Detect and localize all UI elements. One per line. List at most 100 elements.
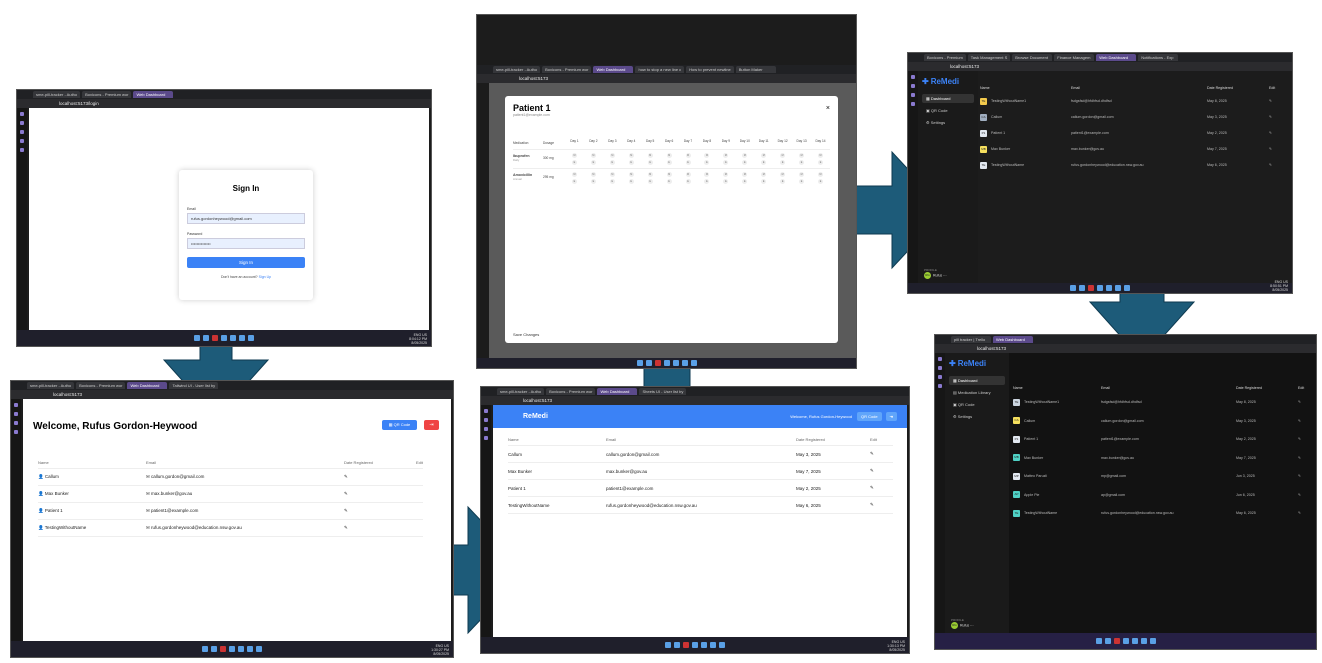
address-bar[interactable]: localhost:5173 <box>908 62 1292 71</box>
evening-dose-toggle[interactable]: E <box>571 160 577 165</box>
evening-dose-toggle[interactable]: E <box>666 160 672 165</box>
edit-icon[interactable]: ✎ <box>870 468 874 474</box>
browser-tab-active[interactable]: Web Dashboard <box>133 91 174 98</box>
evening-dose-toggle[interactable]: E <box>685 160 691 165</box>
browser-tab[interactable]: Tailwind UI - User list by <box>169 382 219 389</box>
morning-dose-toggle[interactable]: M <box>571 172 577 177</box>
evening-dose-toggle[interactable]: E <box>571 179 577 184</box>
morning-dose-toggle[interactable]: M <box>723 172 729 177</box>
morning-dose-toggle[interactable]: M <box>723 153 729 158</box>
address-bar[interactable]: localhost:5173/login <box>17 99 431 108</box>
morning-dose-toggle[interactable]: M <box>761 172 767 177</box>
browser-tab[interactable]: sme-pill-tracker - Autho <box>497 388 545 395</box>
edit-icon[interactable]: ✎ <box>1269 131 1272 135</box>
evening-dose-toggle[interactable]: E <box>609 160 615 165</box>
edit-icon[interactable]: ✎ <box>1269 147 1272 151</box>
evening-dose-toggle[interactable]: E <box>590 179 596 184</box>
evening-dose-toggle[interactable]: E <box>780 179 786 184</box>
sidebar-item-settings[interactable]: ⚙ Settings <box>922 118 974 127</box>
browser-tab[interactable]: sme-pill-tracker - Autho <box>33 91 81 98</box>
email-field[interactable]: rufus.gordonheywood@gmail.com <box>187 213 305 224</box>
browser-tab-active[interactable]: Web Dashboard <box>597 388 638 395</box>
edit-icon[interactable]: ✎ <box>870 485 874 491</box>
morning-dose-toggle[interactable]: M <box>571 153 577 158</box>
browser-tab[interactable]: Boxicons - Premium wor <box>546 388 596 395</box>
edit-icon[interactable]: ✎ <box>1269 163 1272 167</box>
evening-dose-toggle[interactable]: E <box>761 160 767 165</box>
morning-dose-toggle[interactable]: M <box>628 172 634 177</box>
edit-icon[interactable]: ✎ <box>1298 400 1301 404</box>
edit-icon[interactable]: ✎ <box>344 491 348 497</box>
browser-tab[interactable]: Boxicons - Premium wor <box>76 382 126 389</box>
edit-icon[interactable]: ✎ <box>344 508 348 514</box>
browser-tab[interactable]: Button Maker <box>735 66 776 73</box>
edit-icon[interactable]: ✎ <box>1269 99 1272 103</box>
morning-dose-toggle[interactable]: M <box>818 153 824 158</box>
evening-dose-toggle[interactable]: E <box>609 179 615 184</box>
sign-up-link[interactable]: Sign Up <box>259 275 271 279</box>
address-bar[interactable]: localhost:5173 <box>11 390 453 399</box>
morning-dose-toggle[interactable]: M <box>647 172 653 177</box>
sidebar-item-qr-code[interactable]: ▣ QR Code <box>949 400 1005 409</box>
address-bar[interactable]: localhost:5173 <box>477 74 856 83</box>
morning-dose-toggle[interactable]: M <box>647 153 653 158</box>
evening-dose-toggle[interactable]: E <box>761 179 767 184</box>
qr-code-button[interactable]: ▦ QR Code <box>382 420 417 430</box>
morning-dose-toggle[interactable]: M <box>666 172 672 177</box>
edit-icon[interactable]: ✎ <box>1298 493 1301 497</box>
evening-dose-toggle[interactable]: E <box>666 179 672 184</box>
browser-tab[interactable]: Browse Document <box>1012 54 1053 61</box>
morning-dose-toggle[interactable]: M <box>590 153 596 158</box>
morning-dose-toggle[interactable]: M <box>666 153 672 158</box>
browser-tab-active[interactable]: Web Dashboard <box>593 66 634 73</box>
sidebar-item-qr-code[interactable]: ▣ QR Code <box>922 106 974 115</box>
edit-icon[interactable]: ✎ <box>1298 456 1301 460</box>
edit-icon[interactable]: ✎ <box>1298 474 1301 478</box>
edit-icon[interactable]: ✎ <box>1269 115 1272 119</box>
evening-dose-toggle[interactable]: E <box>818 160 824 165</box>
browser-tab[interactable]: sme-pill-tracker - Autho <box>493 66 541 73</box>
morning-dose-toggle[interactable]: M <box>609 153 615 158</box>
evening-dose-toggle[interactable]: E <box>742 160 748 165</box>
sidebar-item-dashboard[interactable]: ▦ Dashboard <box>949 376 1005 385</box>
logout-button[interactable]: ⇥ <box>424 420 439 430</box>
morning-dose-toggle[interactable]: M <box>761 153 767 158</box>
morning-dose-toggle[interactable]: M <box>628 153 634 158</box>
browser-tab-active[interactable]: Web Dashboard <box>1096 54 1137 61</box>
browser-tab[interactable]: Boxicons - Premium wor <box>542 66 592 73</box>
evening-dose-toggle[interactable]: E <box>628 160 634 165</box>
morning-dose-toggle[interactable]: M <box>742 172 748 177</box>
browser-tab[interactable]: how to stop a new line c <box>635 66 685 73</box>
edit-icon[interactable]: ✎ <box>1298 419 1301 423</box>
morning-dose-toggle[interactable]: M <box>704 153 710 158</box>
evening-dose-toggle[interactable]: E <box>799 179 805 184</box>
morning-dose-toggle[interactable]: M <box>742 153 748 158</box>
edit-icon[interactable]: ✎ <box>1298 437 1301 441</box>
more-icon[interactable]: ⋯ <box>970 623 974 627</box>
evening-dose-toggle[interactable]: E <box>590 160 596 165</box>
evening-dose-toggle[interactable]: E <box>647 160 653 165</box>
save-changes-button[interactable]: Save Changes <box>513 332 539 337</box>
browser-tab[interactable]: Finance Managem <box>1054 54 1095 61</box>
browser-tab[interactable]: sme-pill-tracker - Autho <box>27 382 75 389</box>
edit-icon[interactable]: ✎ <box>344 525 348 531</box>
close-icon[interactable]: × <box>826 105 830 112</box>
morning-dose-toggle[interactable]: M <box>685 172 691 177</box>
browser-tab-active[interactable]: Web Dashboard <box>127 382 168 389</box>
edit-icon[interactable]: ✎ <box>870 451 874 457</box>
evening-dose-toggle[interactable]: E <box>799 160 805 165</box>
morning-dose-toggle[interactable]: M <box>609 172 615 177</box>
browser-tab[interactable]: Boxicons - Premium wor <box>82 91 132 98</box>
address-bar[interactable]: localhost:5173 <box>935 344 1316 353</box>
browser-tab[interactable]: Boxicons - Premium <box>924 54 966 61</box>
evening-dose-toggle[interactable]: E <box>723 179 729 184</box>
morning-dose-toggle[interactable]: M <box>799 153 805 158</box>
evening-dose-toggle[interactable]: E <box>685 179 691 184</box>
morning-dose-toggle[interactable]: M <box>780 172 786 177</box>
password-field[interactable]: •••••••••••••• <box>187 238 305 249</box>
evening-dose-toggle[interactable]: E <box>647 179 653 184</box>
morning-dose-toggle[interactable]: M <box>704 172 710 177</box>
evening-dose-toggle[interactable]: E <box>704 179 710 184</box>
address-bar[interactable]: localhost:5173 <box>481 396 909 405</box>
morning-dose-toggle[interactable]: M <box>685 153 691 158</box>
